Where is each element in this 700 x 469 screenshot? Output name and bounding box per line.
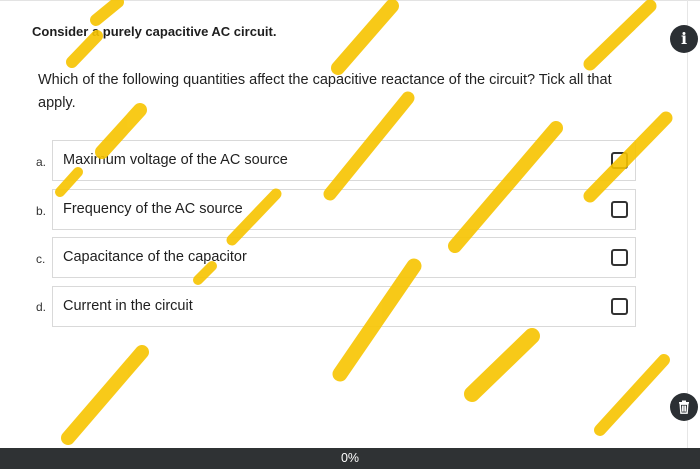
- option-a-checkbox[interactable]: [611, 152, 628, 169]
- highlight-stroke: [90, 0, 124, 26]
- highlight-stroke: [594, 354, 670, 436]
- option-d-label: Current in the circuit: [63, 298, 193, 314]
- highlight-stroke: [66, 30, 103, 68]
- highlight-stroke: [464, 328, 540, 402]
- right-divider: [687, 0, 688, 450]
- option-d-checkbox[interactable]: [611, 298, 628, 315]
- option-b-label: Frequency of the AC source: [63, 201, 243, 217]
- question-intro: Consider a purely capacitive AC circuit.: [32, 24, 277, 39]
- option-b[interactable]: Frequency of the AC source: [52, 189, 636, 230]
- option-d[interactable]: Current in the circuit: [52, 286, 636, 327]
- trash-icon: [679, 400, 689, 414]
- option-a-letter: a.: [36, 155, 47, 169]
- option-c-checkbox[interactable]: [611, 249, 628, 266]
- info-icon: i: [680, 29, 688, 48]
- option-a-label: Maximum voltage of the AC source: [63, 152, 288, 168]
- option-c-label: Capacitance of the capacitor: [63, 249, 247, 265]
- highlight-stroke: [61, 345, 149, 445]
- option-b-checkbox[interactable]: [611, 201, 628, 218]
- info-button[interactable]: i: [670, 25, 698, 53]
- option-a[interactable]: Maximum voltage of the AC source: [52, 140, 636, 181]
- option-c-letter: c.: [36, 252, 46, 266]
- highlight-stroke: [331, 0, 399, 75]
- option-d-letter: d.: [36, 300, 47, 314]
- option-b-letter: b.: [36, 204, 47, 218]
- highlight-stroke: [583, 0, 657, 71]
- question-text: Which of the following quantities affect…: [38, 72, 612, 111]
- top-divider: [0, 0, 700, 1]
- progress-label: 0%: [340, 451, 360, 465]
- delete-button[interactable]: [670, 393, 698, 421]
- option-c[interactable]: Capacitance of the capacitor: [52, 237, 636, 278]
- progress-bar: 0%: [0, 448, 700, 469]
